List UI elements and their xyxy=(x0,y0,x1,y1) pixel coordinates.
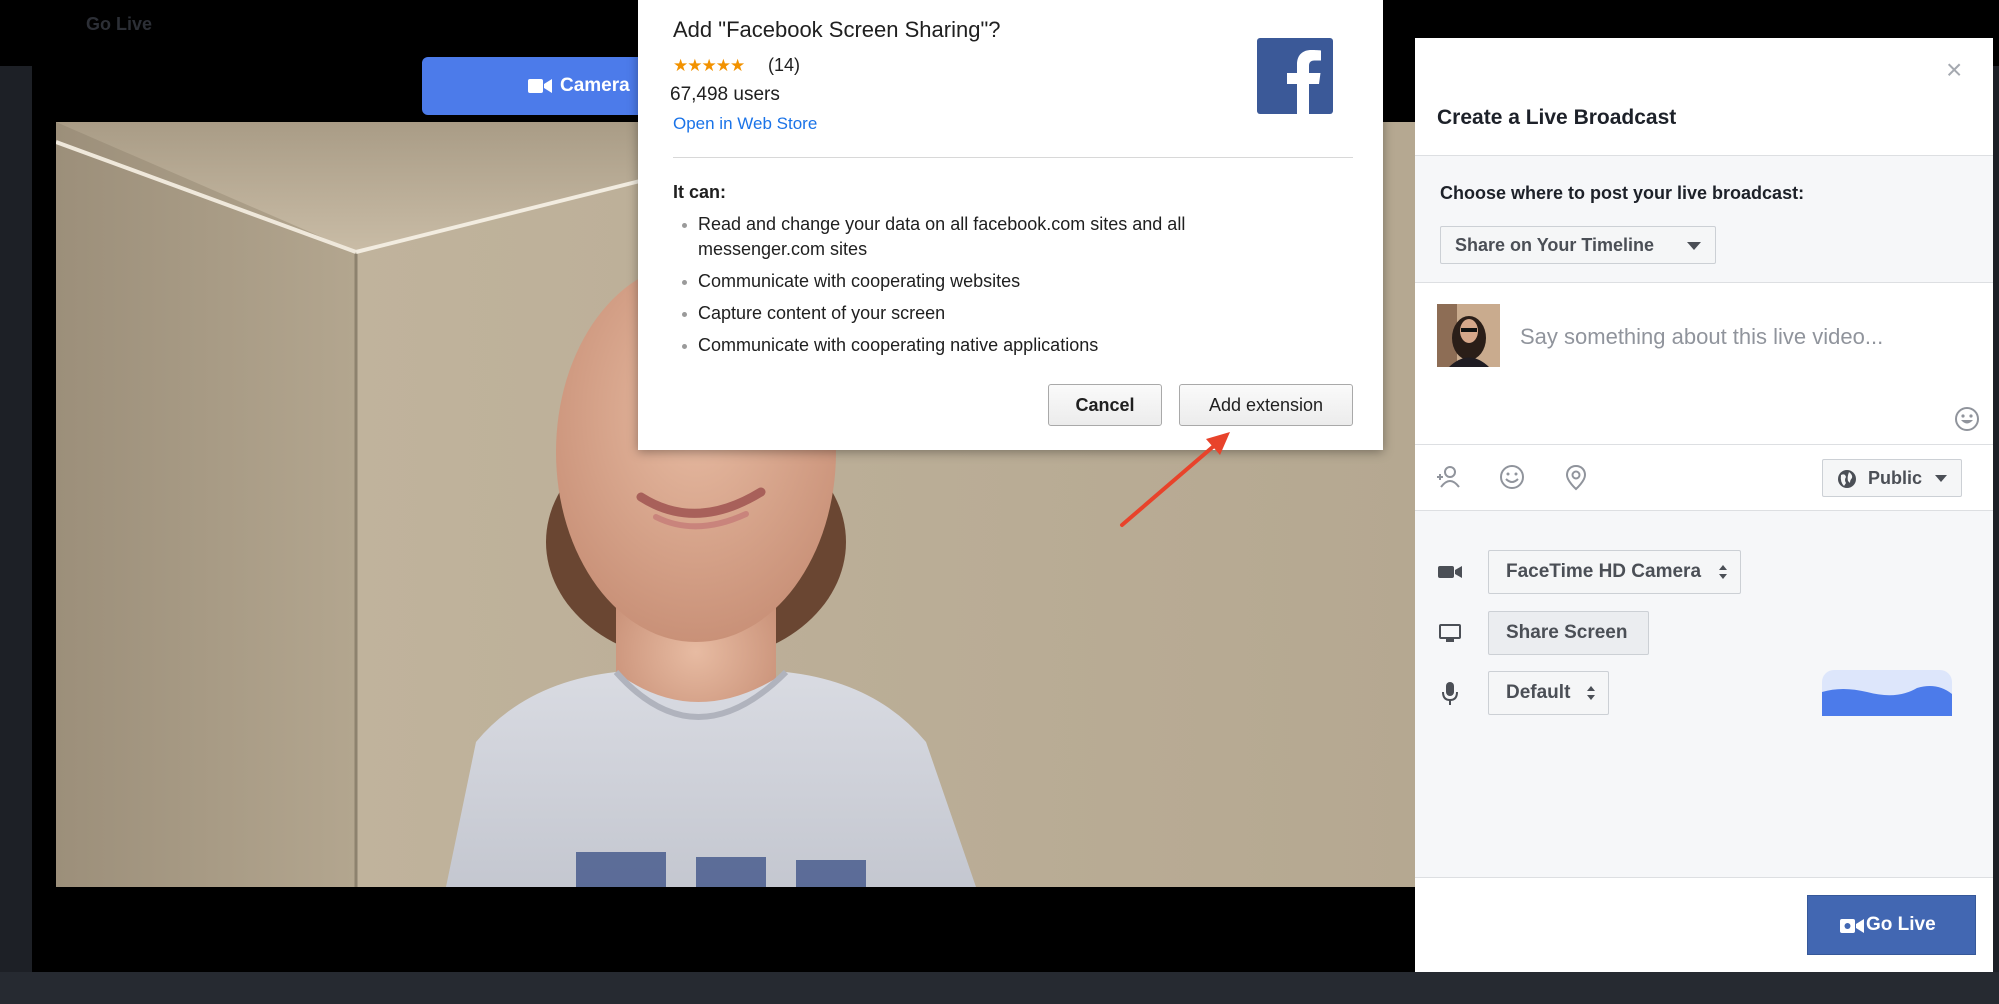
share-screen-button[interactable]: Share Screen xyxy=(1488,611,1649,655)
bullet-icon xyxy=(682,223,687,228)
camera-select-value: FaceTime HD Camera xyxy=(1506,561,1702,582)
live-broadcast-panel: × Create a Live Broadcast Choose where t… xyxy=(1415,38,1993,972)
rating-stars: ★★★★★ xyxy=(673,56,745,75)
facebook-logo-icon xyxy=(1257,38,1333,114)
permission-item: Read and change your data on all faceboo… xyxy=(682,212,1282,262)
live-video-icon xyxy=(1840,919,1864,933)
audience-value: Public xyxy=(1868,467,1923,488)
microphone-select-value: Default xyxy=(1506,682,1571,703)
updown-arrows-icon xyxy=(1587,686,1595,700)
user-count: 67,498 users xyxy=(670,84,780,105)
add-extension-button[interactable]: Add extension xyxy=(1179,384,1353,426)
avatar xyxy=(1437,304,1500,367)
close-icon[interactable]: × xyxy=(1946,56,1962,84)
monitor-icon xyxy=(1439,624,1461,642)
tag-friends-icon[interactable] xyxy=(1435,463,1463,491)
updown-arrows-icon xyxy=(1719,565,1727,579)
bullet-icon xyxy=(682,344,687,349)
caret-down-icon xyxy=(1687,242,1701,250)
go-live-button[interactable]: Go Live xyxy=(1807,895,1976,955)
bullet-icon xyxy=(682,312,687,317)
divider xyxy=(1415,877,1993,878)
top-bar-title: Go Live xyxy=(86,14,153,34)
feeling-icon[interactable] xyxy=(1498,463,1526,491)
microphone-select[interactable]: Default xyxy=(1488,671,1609,715)
panel-title: Create a Live Broadcast xyxy=(1437,106,1677,129)
screen: Go Live Camera Add "Facebook Screen Shar… xyxy=(0,0,1999,1004)
destination-value: Share on Your Timeline xyxy=(1455,234,1655,255)
emoji-icon[interactable] xyxy=(1954,406,1980,432)
go-live-label: Go Live xyxy=(1866,914,1936,935)
microphone-icon xyxy=(1442,682,1458,705)
share-screen-label: Share Screen xyxy=(1506,622,1628,643)
permissions-heading: It can: xyxy=(673,182,727,202)
video-camera-icon xyxy=(1438,566,1462,578)
destination-label: Choose where to post your live broadcast… xyxy=(1440,183,1805,203)
dialog-divider xyxy=(673,157,1353,158)
video-camera-icon xyxy=(528,79,552,93)
mic-level-meter xyxy=(1822,670,1952,716)
destination-dropdown[interactable]: Share on Your Timeline xyxy=(1440,226,1716,264)
cancel-button[interactable]: Cancel xyxy=(1048,384,1162,426)
add-extension-dialog: Add "Facebook Screen Sharing"? ★★★★★ (14… xyxy=(638,0,1383,450)
bullet-icon xyxy=(682,280,687,285)
permission-item: Communicate with cooperating native appl… xyxy=(682,333,1282,358)
globe-icon xyxy=(1838,470,1856,488)
permission-item: Communicate with cooperating websites xyxy=(682,269,1282,294)
permissions-list: Read and change your data on all faceboo… xyxy=(682,212,1282,365)
audience-dropdown[interactable]: Public xyxy=(1822,459,1962,497)
divider xyxy=(1415,282,1993,283)
annotation-arrow-icon xyxy=(1120,432,1230,527)
camera-tab-label: Camera xyxy=(560,75,630,96)
bottom-strip xyxy=(0,972,1999,1004)
status-input[interactable] xyxy=(1520,322,1960,352)
rating-count: (14) xyxy=(768,55,801,75)
camera-tab[interactable]: Camera xyxy=(422,57,642,115)
location-pin-icon[interactable] xyxy=(1562,463,1590,491)
caret-down-icon xyxy=(1935,475,1947,482)
divider xyxy=(1415,444,1993,445)
open-web-store-link[interactable]: Open in Web Store xyxy=(673,114,817,134)
camera-select[interactable]: FaceTime HD Camera xyxy=(1488,550,1741,594)
dialog-title: Add "Facebook Screen Sharing"? xyxy=(673,17,1001,42)
permission-item: Capture content of your screen xyxy=(682,301,1282,326)
